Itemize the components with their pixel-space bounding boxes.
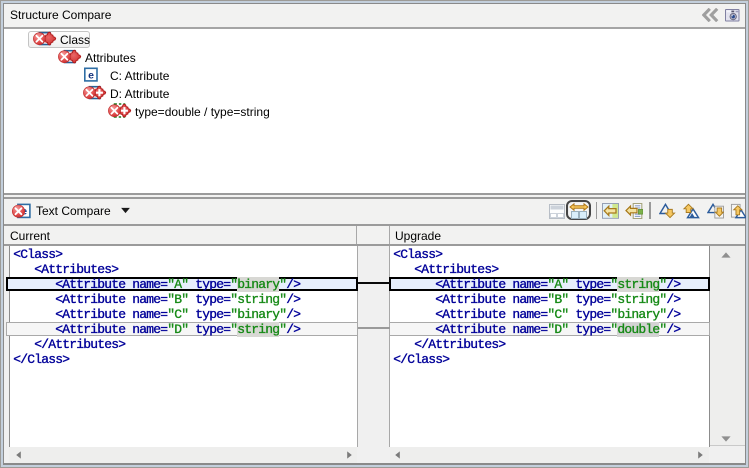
svg-text:e: e (88, 69, 94, 81)
